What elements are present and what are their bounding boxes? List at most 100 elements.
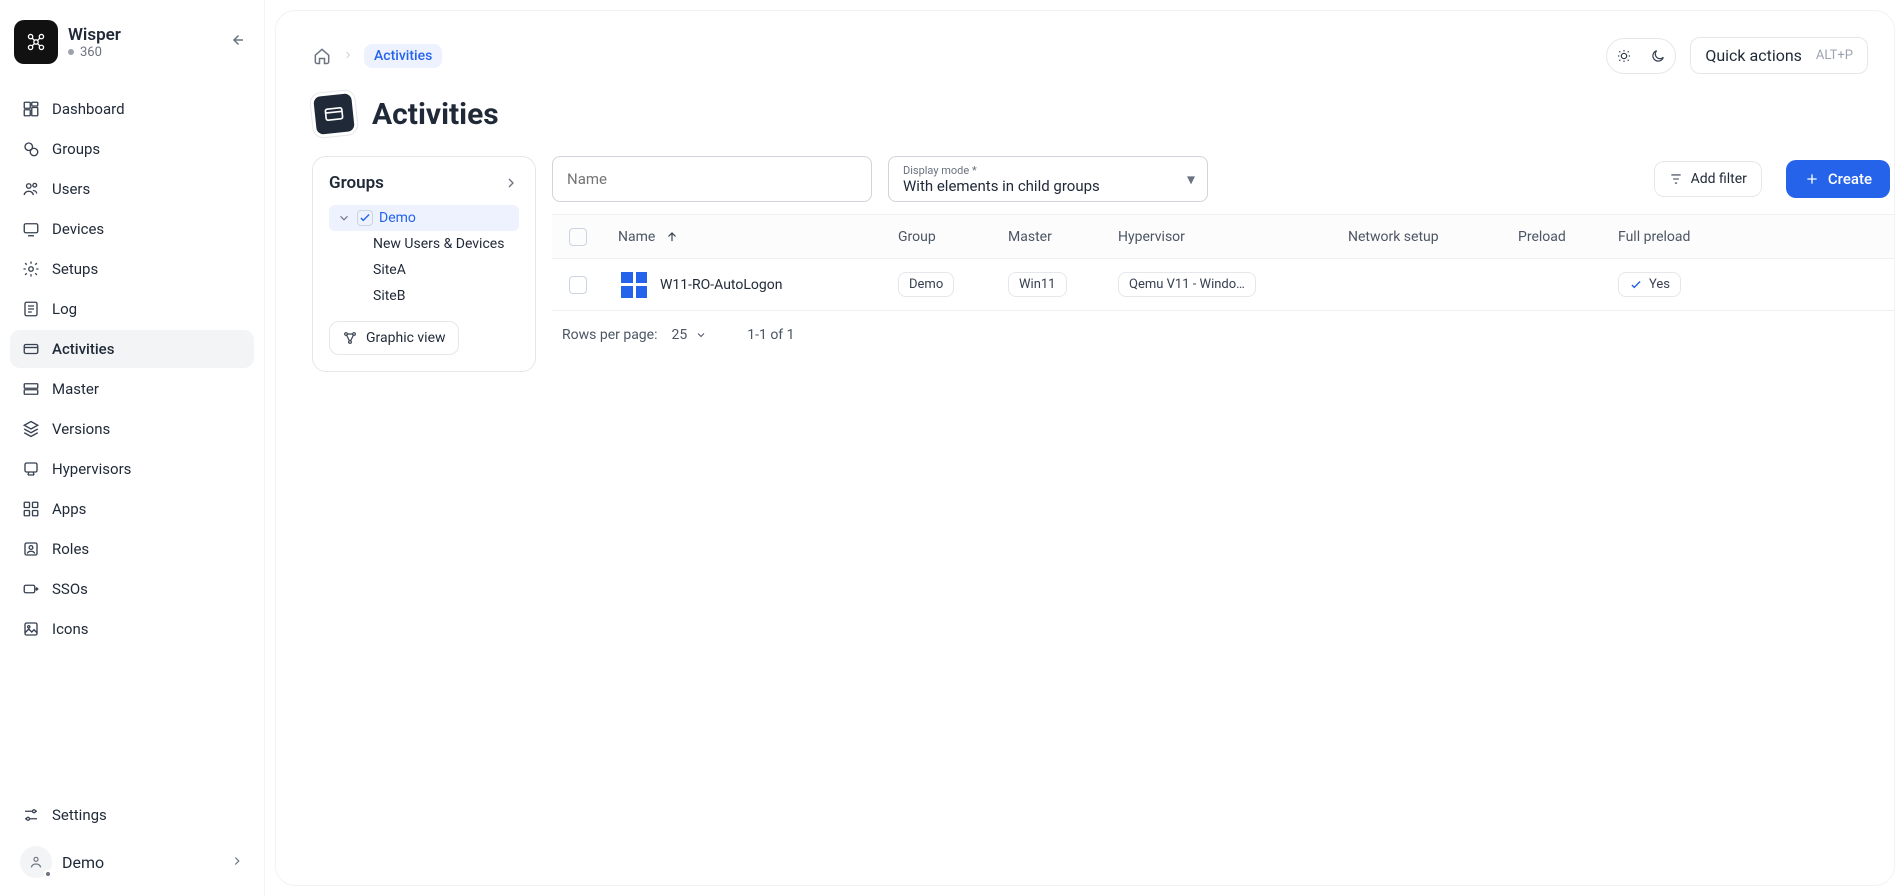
sidebar-item-label: SSOs xyxy=(52,580,88,598)
tree-item-label: Demo xyxy=(379,210,416,226)
select-all-checkbox[interactable] xyxy=(569,228,587,246)
column-header-full-preload[interactable]: Full preload xyxy=(1604,229,1764,245)
check-icon xyxy=(1629,278,1643,292)
group-chip[interactable]: Demo xyxy=(898,272,954,297)
nav: Dashboard Groups Users Devices Setups Lo… xyxy=(10,90,254,648)
breadcrumb: Activities xyxy=(312,44,442,68)
sidebar-item-label: Roles xyxy=(52,540,89,558)
add-filter-button[interactable]: Add filter xyxy=(1654,161,1762,197)
column-header-master[interactable]: Master xyxy=(994,229,1104,245)
tree-item[interactable]: New Users & Devices xyxy=(367,231,519,257)
sidebar-item-users[interactable]: Users xyxy=(10,170,254,208)
sidebar-item-groups[interactable]: Groups xyxy=(10,130,254,168)
user-name: Demo xyxy=(62,853,104,872)
hypervisor-chip[interactable]: Qemu V11 - Windo… xyxy=(1118,272,1256,297)
column-header-network[interactable]: Network setup xyxy=(1334,229,1504,245)
quick-actions-button[interactable]: Quick actions ALT+P xyxy=(1690,37,1868,74)
page-title-block: Activities xyxy=(312,92,1894,136)
caret-down-icon: ▾ xyxy=(1187,170,1195,189)
filter-icon xyxy=(1669,172,1683,186)
theme-dark-button[interactable] xyxy=(1641,39,1675,73)
column-header-preload[interactable]: Preload xyxy=(1504,229,1604,245)
sidebar-item-label: Groups xyxy=(52,140,100,158)
sidebar-item-icons[interactable]: Icons xyxy=(10,610,254,648)
roles-icon xyxy=(22,540,40,558)
rows-per-page-label: Rows per page: xyxy=(562,327,657,343)
sidebar-item-dashboard[interactable]: Dashboard xyxy=(10,90,254,128)
table-footer: Rows per page: 25 1-1 of 1 xyxy=(552,311,1894,359)
sidebar-item-activities[interactable]: Activities xyxy=(10,330,254,368)
sidebar-item-label: Master xyxy=(52,380,99,398)
sidebar-item-log[interactable]: Log xyxy=(10,290,254,328)
sidebar-item-label: Apps xyxy=(52,500,86,518)
master-chip[interactable]: Win11 xyxy=(1008,272,1067,297)
rows-per-page-select[interactable]: 25 xyxy=(671,327,707,343)
avatar xyxy=(20,846,52,878)
brand-logo xyxy=(14,20,58,64)
sort-asc-icon xyxy=(665,230,679,244)
name-filter-field[interactable] xyxy=(552,156,872,202)
check-icon xyxy=(357,210,373,226)
sidebar-item-label: Settings xyxy=(52,806,107,824)
tree-item[interactable]: SiteA xyxy=(367,257,519,283)
tree-item-demo[interactable]: Demo xyxy=(329,205,519,231)
sidebar-item-settings[interactable]: Settings xyxy=(10,796,254,834)
ssos-icon xyxy=(22,580,40,598)
row-checkbox[interactable] xyxy=(569,276,587,294)
name-filter-input[interactable] xyxy=(567,170,857,188)
setups-icon xyxy=(22,260,40,278)
tree-item[interactable]: SiteB xyxy=(367,283,519,309)
graphic-view-button[interactable]: Graphic view xyxy=(329,321,459,355)
tree-item-label: SiteA xyxy=(373,262,406,278)
row-name: W11-RO-AutoLogon xyxy=(660,277,782,293)
breadcrumb-current[interactable]: Activities xyxy=(364,44,442,68)
plus-icon xyxy=(1804,171,1820,187)
sidebar-item-versions[interactable]: Versions xyxy=(10,410,254,448)
page-title: Activities xyxy=(372,97,499,132)
brand-sub-text: 360 xyxy=(80,45,102,60)
pagination-range: 1-1 of 1 xyxy=(747,327,794,343)
groups-panel-header[interactable]: Groups xyxy=(329,173,519,193)
table-header-row: Name Group Master Hypervisor Network set… xyxy=(552,215,1894,259)
icons-icon xyxy=(22,620,40,638)
table-row[interactable]: W11-RO-AutoLogon Demo Win11 Qemu V11 - W… xyxy=(552,259,1894,311)
column-header-group[interactable]: Group xyxy=(884,229,994,245)
sidebar-item-label: Devices xyxy=(52,220,104,238)
sidebar-item-hypervisors[interactable]: Hypervisors xyxy=(10,450,254,488)
home-icon[interactable] xyxy=(312,46,332,66)
display-mode-label: Display mode * xyxy=(903,164,1193,177)
activities-table: Name Group Master Hypervisor Network set… xyxy=(552,214,1894,311)
sidebar-item-setups[interactable]: Setups xyxy=(10,250,254,288)
sidebar-collapse-button[interactable] xyxy=(224,27,250,57)
create-button[interactable]: Create xyxy=(1786,160,1890,198)
tree-item-label: SiteB xyxy=(373,288,405,304)
add-filter-label: Add filter xyxy=(1691,171,1747,187)
activities-icon xyxy=(22,340,40,358)
user-menu[interactable]: Demo xyxy=(10,838,254,886)
groups-icon xyxy=(22,140,40,158)
column-header-name[interactable]: Name xyxy=(604,229,884,245)
activities-icon xyxy=(322,102,346,126)
theme-light-button[interactable] xyxy=(1607,39,1641,73)
sidebar-item-apps[interactable]: Apps xyxy=(10,490,254,528)
display-mode-value: With elements in child groups xyxy=(903,177,1193,195)
groups-panel-title: Groups xyxy=(329,173,384,193)
sidebar-item-ssos[interactable]: SSOs xyxy=(10,570,254,608)
brand-block: Wisper 360 xyxy=(10,14,254,70)
sidebar-item-label: Setups xyxy=(52,260,98,278)
main: Activities Quick actions ALT+P xyxy=(265,0,1895,896)
status-dot-icon xyxy=(68,49,74,55)
sidebar-item-devices[interactable]: Devices xyxy=(10,210,254,248)
graphic-view-label: Graphic view xyxy=(366,330,446,346)
full-preload-chip[interactable]: Yes xyxy=(1618,272,1681,297)
chevron-right-icon xyxy=(230,853,244,872)
apps-icon xyxy=(22,500,40,518)
page-icon xyxy=(310,90,358,138)
brand-name: Wisper xyxy=(68,25,121,45)
sidebar-item-master[interactable]: Master xyxy=(10,370,254,408)
display-mode-select[interactable]: Display mode * With elements in child gr… xyxy=(888,156,1208,202)
master-icon xyxy=(22,380,40,398)
column-header-hypervisor[interactable]: Hypervisor xyxy=(1104,229,1334,245)
sidebar-item-roles[interactable]: Roles xyxy=(10,530,254,568)
caret-down-icon xyxy=(695,329,707,341)
